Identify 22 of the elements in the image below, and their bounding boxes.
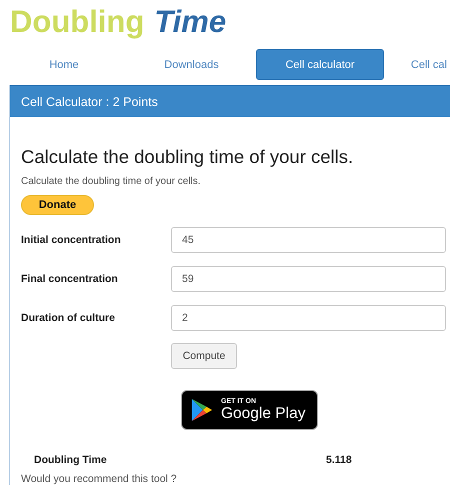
panel-title: Cell Calculator : 2 Points [21,94,158,108]
input-field[interactable]: 2 [171,305,446,331]
field-label: Final concentration [21,273,119,285]
nav-tab[interactable]: Cell cal [389,49,447,80]
badge-title: Google Play [221,405,306,422]
recommend-text: Would you recommend this tool ? [21,473,178,485]
compute-button[interactable]: Compute [171,343,237,369]
logo-text: Time [154,4,226,40]
field-label: Duration of culture [21,312,116,324]
field-label: Initial concentration [21,234,122,246]
page-subtitle: Calculate the doubling time of your cells. [21,176,202,187]
nav-tab[interactable]: Downloads [128,49,255,80]
result-value: 5.118 [326,454,352,466]
input-field[interactable]: 59 [171,266,446,292]
input-field[interactable]: 45 [171,227,446,253]
donate-button[interactable]: Donate [21,195,94,215]
nav-tab[interactable]: Home [0,49,128,80]
page-heading: Calculate the doubling time of your cells. [21,146,354,168]
result-label: Doubling Time [34,454,108,466]
nav-tab[interactable]: Cell calculator [256,49,384,80]
logo-text: Doubling [10,4,144,40]
play-triangle-icon [191,398,213,422]
